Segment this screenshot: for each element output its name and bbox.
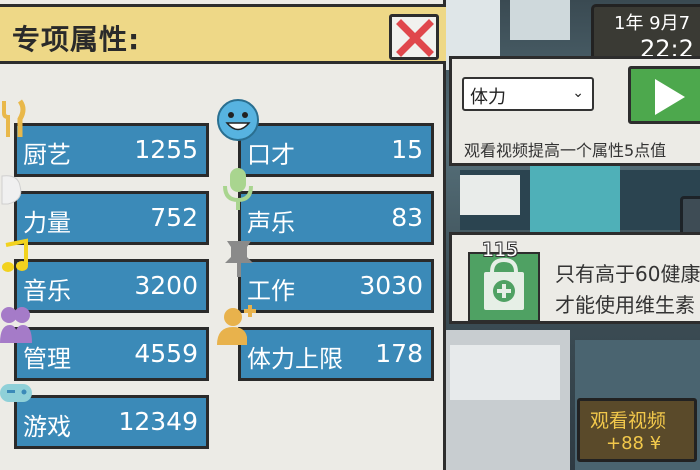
panel-title: 专项属性: (12, 23, 141, 56)
play-video-button[interactable] (628, 66, 700, 124)
people-icon (0, 307, 32, 343)
chevron-down-icon: ⌄ (572, 85, 584, 101)
smiley-icon (217, 99, 259, 141)
vitamin-panel: 115 只有高于60健康 才能使用维生素 (449, 232, 700, 324)
microphone-icon (223, 168, 253, 210)
vitamin-requirement-line1: 只有高于60健康 (555, 262, 700, 286)
stat-value: 15 (391, 135, 423, 164)
date-text: 1年 9月7 (614, 13, 691, 34)
stat-value: 3200 (134, 271, 198, 300)
vitamin-count: 115 (482, 239, 519, 261)
stat-label: 厨艺 (23, 141, 71, 169)
stat-value: 83 (391, 203, 423, 232)
stat-label: 游戏 (23, 413, 71, 441)
music-note-icon (2, 238, 28, 272)
attribute-select-value: 体力 (470, 87, 506, 108)
close-icon (396, 19, 434, 57)
watch-video-money-button[interactable]: 观看视频 +88 ¥ (577, 398, 697, 462)
play-icon (655, 79, 685, 115)
attributes-panel: 专项属性: 厨艺 1255 力量 752 音乐 3200 管理 4559 游戏 … (0, 0, 446, 470)
strength-icon (1, 175, 22, 205)
vitamin-requirement-line2: 才能使用维生素 (555, 293, 695, 317)
stat-eloquence: 口才 15 (238, 123, 434, 177)
video-button-label: 观看视频 (590, 410, 667, 432)
vitamin-button[interactable] (468, 252, 540, 322)
user-plus-icon (217, 305, 256, 345)
panel-header: 专项属性: (0, 4, 446, 64)
stat-music: 音乐 3200 (14, 259, 209, 313)
stat-label: 力量 (23, 209, 71, 237)
pushpin-icon (225, 241, 253, 277)
close-button[interactable] (389, 14, 439, 60)
stat-gaming: 游戏 12349 (14, 395, 209, 449)
date-time-display: 1年 9月7 22:2 (591, 4, 700, 64)
watch-video-description: 观看视频提高一个属性5点值 (464, 141, 667, 160)
vitamin-requirement-text: 只有高于60健康 才能使用维生素 (555, 259, 700, 321)
stat-label: 声乐 (247, 209, 295, 237)
stat-value: 12349 (118, 407, 198, 436)
stat-vocal: 声乐 83 (238, 191, 434, 245)
stat-label: 体力上限 (247, 345, 343, 373)
watch-video-panel: 体力 ⌄ 观看视频提高一个属性5点值 (449, 56, 700, 166)
medicine-bag-icon (484, 257, 524, 310)
fork-knife-icon (2, 99, 26, 137)
stat-stamina-limit: 体力上限 178 (238, 327, 434, 381)
stat-value: 4559 (134, 339, 198, 368)
stat-value: 1255 (134, 135, 198, 164)
gamepad-icon (0, 384, 32, 402)
stat-value: 3030 (359, 271, 423, 300)
stat-label: 音乐 (23, 277, 71, 305)
video-button-reward: +88 ¥ (606, 433, 662, 454)
stat-strength: 力量 752 (14, 191, 209, 245)
attribute-select[interactable]: 体力 ⌄ (462, 77, 594, 111)
stat-work: 工作 3030 (238, 259, 434, 313)
stat-cooking: 厨艺 1255 (14, 123, 209, 177)
stat-value: 178 (375, 339, 423, 368)
stat-value: 752 (150, 203, 198, 232)
stat-management: 管理 4559 (14, 327, 209, 381)
